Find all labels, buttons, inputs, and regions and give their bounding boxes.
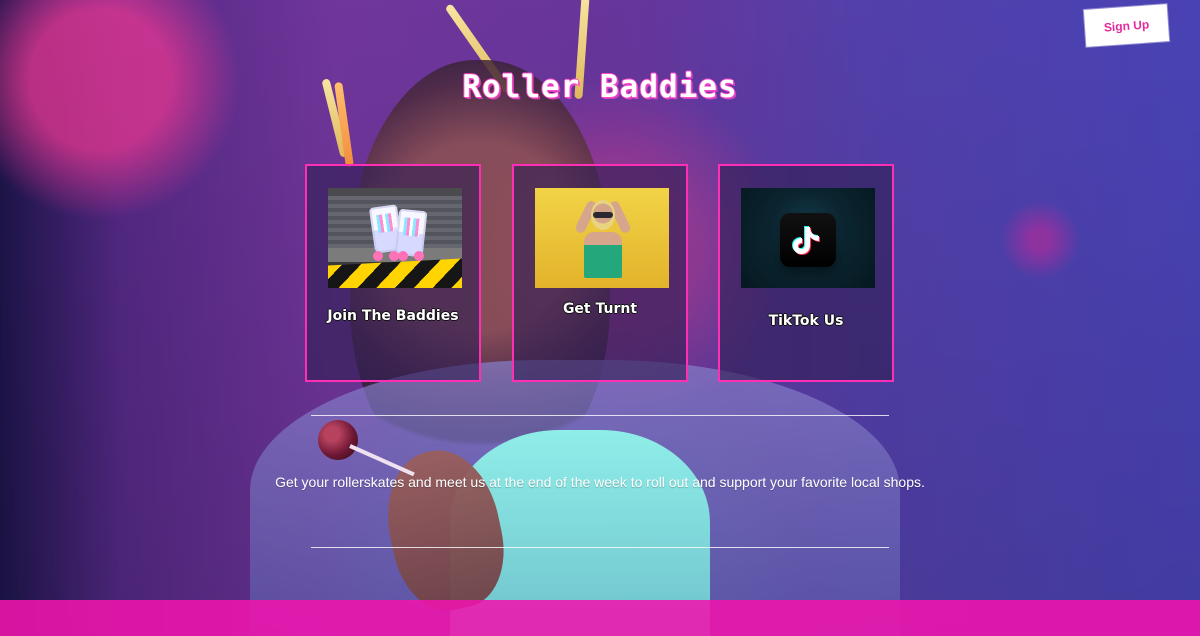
card-join-the-baddies[interactable]: Join The Baddies bbox=[305, 164, 481, 382]
page-background: Sign Up Roller Baddies Join The Baddies … bbox=[0, 0, 1200, 636]
roller-skate-icon bbox=[394, 208, 428, 258]
sign-up-button[interactable]: Sign Up bbox=[1083, 4, 1170, 47]
card-label: Get Turnt bbox=[562, 301, 638, 317]
roller-skates-image bbox=[328, 188, 462, 288]
person-body bbox=[584, 232, 622, 278]
event-message: Get your rollerskates and meet us at the… bbox=[275, 474, 925, 490]
content-divider-bottom bbox=[311, 547, 889, 548]
card-label: Join The Baddies bbox=[327, 308, 459, 324]
caution-stripe bbox=[328, 258, 462, 288]
content-divider-top bbox=[311, 415, 889, 416]
card-tiktok-us[interactable]: TikTok Us bbox=[718, 164, 894, 382]
page-title: Roller Baddies bbox=[462, 69, 738, 105]
sunglasses-icon bbox=[593, 212, 613, 218]
background-lollipop bbox=[318, 420, 358, 460]
skate-wheel-icon bbox=[398, 251, 408, 261]
card-get-turnt[interactable]: Get Turnt bbox=[512, 164, 688, 382]
footer-band bbox=[0, 600, 1200, 636]
skate-wheel-icon bbox=[373, 251, 383, 261]
skate-wheel-icon bbox=[414, 251, 424, 261]
tiktok-image bbox=[741, 188, 875, 288]
tiktok-app-icon bbox=[780, 213, 836, 267]
party-person-image bbox=[535, 188, 669, 288]
card-label: TikTok Us bbox=[768, 313, 844, 329]
